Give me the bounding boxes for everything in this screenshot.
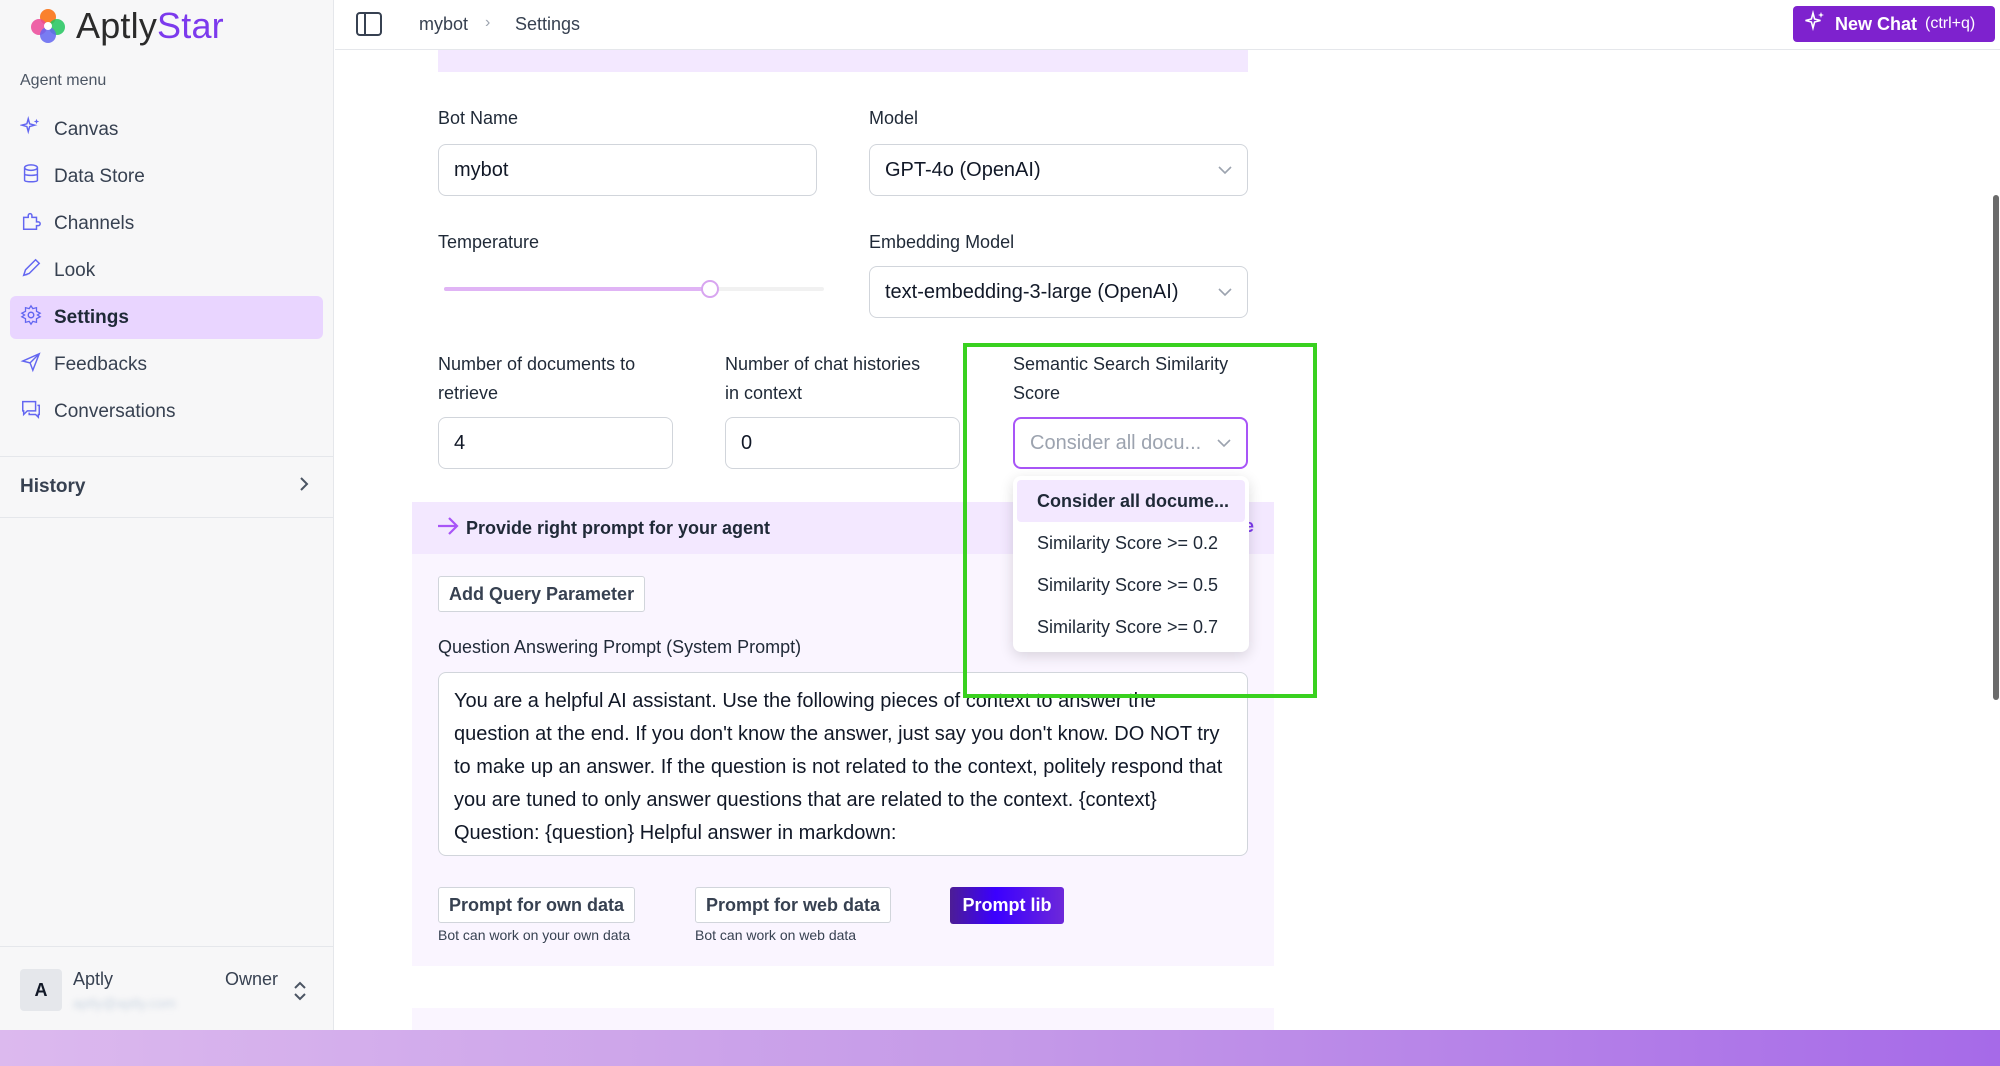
slider-thumb[interactable] <box>701 280 719 298</box>
breadcrumb-bot[interactable]: mybot <box>419 14 468 35</box>
label-line: Number of chat histories <box>725 354 921 374</box>
divider <box>0 456 334 457</box>
sidebar-item-label: Feedbacks <box>54 353 147 375</box>
breadcrumb-settings: Settings <box>515 14 581 34</box>
label-line: Number of documents to <box>438 354 636 374</box>
temperature-label: Temperature <box>438 232 540 252</box>
embedding-model-value: text-embedding-3-large (OpenAI) <box>885 280 1179 303</box>
user-email: aptly@aptly.com <box>73 995 176 1011</box>
sidebar-item-canvas[interactable]: Canvas <box>10 108 323 151</box>
history-label: History <box>20 476 86 497</box>
embedding-model-label: Embedding Model <box>869 232 1015 252</box>
num-histories-input[interactable]: 0 <box>725 417 960 469</box>
chevron-right-icon: › <box>485 14 491 31</box>
qa-prompt-text: You are a helpful AI assistant. Use the … <box>454 690 1223 844</box>
brand-name: Aptly <box>76 5 158 46</box>
sidebar-item-label: Canvas <box>54 118 119 140</box>
agent-nav: Canvas Data Store Channels Look Settings… <box>10 108 323 437</box>
num-histories-label: Number of chat histories in context <box>725 350 920 408</box>
chevron-down-icon <box>1218 284 1232 300</box>
prompt-web-data-button[interactable]: Prompt for web data <box>695 887 892 923</box>
prompt-lib-button[interactable]: Prompt lib <box>950 887 1064 924</box>
new-chat-shortcut: (ctrl+q) <box>1925 15 1976 32</box>
sparkles-icon <box>19 115 42 144</box>
qa-prompt-textarea[interactable]: You are a helpful AI assistant. Use the … <box>438 672 1248 856</box>
user-name: Aptly <box>73 969 114 989</box>
chevron-right-icon <box>298 476 310 498</box>
brand-logo[interactable]: AptlyStar <box>28 4 224 48</box>
chat-icon <box>20 398 42 426</box>
sidebar-item-data-store[interactable]: Data Store <box>10 155 323 198</box>
qa-prompt-label: Question Answering Prompt (System Prompt… <box>438 637 802 657</box>
embedding-model-select[interactable]: text-embedding-3-large (OpenAI) <box>869 266 1248 318</box>
slider-fill <box>444 287 710 291</box>
top-bar: mybot › Settings New Chat (ctrl+q) <box>335 0 2000 50</box>
sidebar: AptlyStar Agent menu Canvas Data Store C… <box>0 0 334 1030</box>
add-query-parameter-button[interactable]: Add Query Parameter <box>438 576 646 612</box>
sidebar-toggle-icon[interactable] <box>355 10 383 38</box>
logo-icon <box>28 6 68 46</box>
next-section <box>412 1008 1274 1030</box>
model-select[interactable]: GPT-4o (OpenAI) <box>869 144 1248 196</box>
prompt-section-title: Provide right prompt for your agent <box>466 517 771 538</box>
sidebar-item-channels[interactable]: Channels <box>10 202 323 245</box>
bot-name-label: Bot Name <box>438 108 519 128</box>
sidebar-item-look[interactable]: Look <box>10 249 323 292</box>
agent-menu-label: Agent menu <box>20 72 107 89</box>
user-role: Owner <box>225 969 279 989</box>
num-documents-label: Number of documents to retrieve <box>438 350 635 408</box>
brand-name-accent: Star <box>157 5 224 46</box>
puzzle-icon <box>20 210 42 238</box>
label-line: in context <box>725 383 803 403</box>
sparkles-icon <box>1803 9 1827 39</box>
section-strip <box>438 50 1248 72</box>
sidebar-item-conversations[interactable]: Conversations <box>10 390 323 433</box>
chevron-down-icon <box>1218 162 1232 178</box>
num-documents-input[interactable]: 4 <box>438 417 673 469</box>
user-menu[interactable]: A Aptly aptly@aptly.com Owner <box>0 946 334 1030</box>
database-icon <box>20 163 42 191</box>
model-label: Model <box>869 108 919 128</box>
highlight-box <box>963 343 1317 698</box>
resize-handle-icon[interactable] <box>1235 843 1245 853</box>
new-chat-label: New Chat <box>1835 13 1918 34</box>
prompt-own-data-button[interactable]: Prompt for own data <box>438 887 635 923</box>
sidebar-item-label: Look <box>54 259 96 281</box>
label-line: retrieve <box>438 383 499 403</box>
web-data-note: Bot can work on web data <box>695 927 857 943</box>
own-data-note: Bot can work on your own data <box>438 927 631 943</box>
sidebar-item-feedbacks[interactable]: Feedbacks <box>10 343 323 386</box>
model-value: GPT-4o (OpenAI) <box>885 158 1041 181</box>
gear-icon <box>20 304 42 332</box>
sidebar-item-label: Channels <box>54 212 135 234</box>
send-icon <box>20 351 42 379</box>
sidebar-item-label: Data Store <box>54 165 145 187</box>
pen-icon <box>20 257 42 285</box>
arrow-right-icon <box>436 515 460 542</box>
scrollbar[interactable] <box>1993 195 1999 700</box>
new-chat-button[interactable]: New Chat (ctrl+q) <box>1793 6 1995 42</box>
bot-name-input[interactable]: mybot <box>438 144 817 196</box>
chevron-up-down-icon[interactable] <box>292 979 308 1003</box>
sidebar-item-settings[interactable]: Settings <box>10 296 323 339</box>
avatar: A <box>20 969 62 1011</box>
temperature-slider[interactable] <box>444 280 824 298</box>
sidebar-item-label: Conversations <box>54 400 176 422</box>
history-toggle[interactable]: History <box>0 458 334 516</box>
bottom-gradient-bar <box>0 1030 2000 1066</box>
sidebar-item-label: Settings <box>54 306 129 328</box>
divider <box>0 517 334 518</box>
